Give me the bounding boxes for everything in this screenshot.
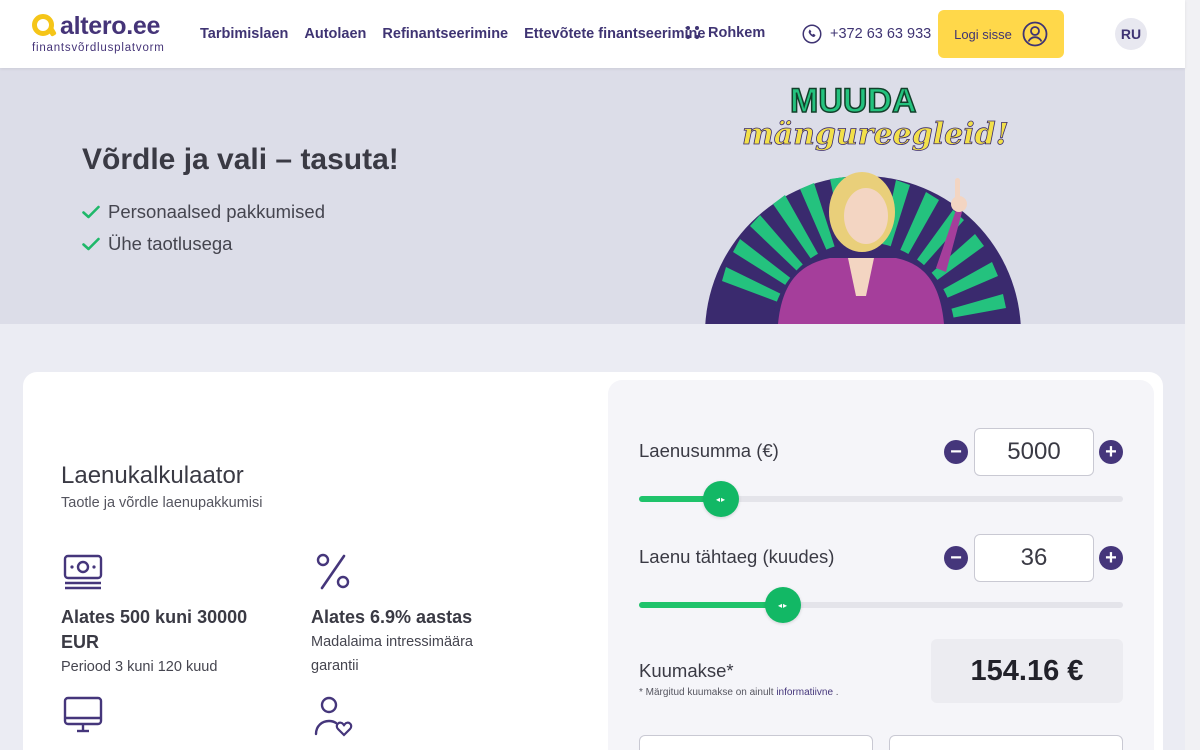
plus-icon: + <box>1105 547 1117 569</box>
loan-calculator-card: Laenukalkulaator Taotle ja võrdle laenup… <box>23 372 1163 750</box>
scrollbar-track[interactable] <box>1185 0 1200 750</box>
hero-benefit-item: Personaalsed pakkumised <box>82 196 325 228</box>
banknote-icon <box>63 554 103 590</box>
monthly-payment-label: Kuumakse* <box>639 660 734 681</box>
term-increase-button[interactable]: + <box>1099 546 1123 570</box>
percent-icon <box>316 553 350 590</box>
feature-title: Alates 500 kuni 30000 EUR <box>61 607 248 652</box>
check-icon <box>82 237 100 251</box>
calculator-subtitle: Taotle ja võrdle laenupakkumisi <box>61 495 263 511</box>
amount-increase-button[interactable]: + <box>1099 440 1123 464</box>
monthly-payment-note: * Märgitud kuumakse on ainult informatii… <box>639 687 839 698</box>
dots-grid-icon <box>686 26 700 40</box>
main-nav: Tarbimislaen Autolaen Refinantseerimine … <box>200 26 721 42</box>
monthly-note-text: * Märgitud kuumakse on ainult <box>639 687 774 698</box>
term-slider[interactable]: ◂▸ <box>639 587 1123 623</box>
promo-illustration: MUUDA mängureegleid! <box>705 82 1021 324</box>
hero-benefits: Personaalsed pakkumised Ühe taotlusega <box>82 196 325 260</box>
promo-headline: MUUDA <box>790 82 917 120</box>
amount-input[interactable] <box>974 428 1094 476</box>
language-switch[interactable]: RU <box>1115 18 1147 50</box>
drag-arrows-icon: ◂▸ <box>777 600 789 610</box>
user-circle-icon <box>1022 21 1048 47</box>
amount-label: Laenusumma (€) <box>639 440 779 461</box>
login-label: Logi sisse <box>954 26 1012 42</box>
amount-decrease-button[interactable]: − <box>944 440 968 464</box>
monthly-payment-value: 154.16 € <box>931 639 1123 703</box>
plus-icon: + <box>1105 441 1117 463</box>
check-icon <box>82 205 100 219</box>
feature-interest-rate: Alates 6.9% aastas Madalaima intressimää… <box>311 550 501 678</box>
term-slider-fill <box>639 602 783 608</box>
feature-description: Periood 3 kuni 120 kuud <box>61 659 218 675</box>
secondary-field-left[interactable] <box>639 735 873 750</box>
hero-title: Võrdle ja vali – tasuta! <box>82 143 399 176</box>
phone-icon <box>802 24 822 44</box>
login-button[interactable]: Logi sisse <box>938 10 1064 58</box>
calculator-panel: Laenusumma (€) − + ◂▸ Laenu tähtaeg (kuu… <box>608 380 1154 750</box>
nav-refinantseerimine[interactable]: Refinantseerimine <box>382 26 508 42</box>
calculator-title: Laenukalkulaator <box>61 462 244 489</box>
feature-amount-range: Alates 500 kuni 30000 EUR Periood 3 kuni… <box>61 550 261 679</box>
hero-benefit-text: Personaalsed pakkumised <box>108 201 325 222</box>
drag-arrows-icon: ◂▸ <box>715 494 727 504</box>
monthly-note-end: . <box>833 687 839 698</box>
secondary-field-right[interactable] <box>889 735 1123 750</box>
term-label: Laenu tähtaeg (kuudes) <box>639 546 835 567</box>
term-input[interactable] <box>974 534 1094 582</box>
logo-mark-icon <box>32 14 54 36</box>
feature-online <box>61 694 261 743</box>
logo-name: altero.ee <box>60 12 161 40</box>
phone-link[interactable]: +372 63 63 933 <box>802 24 931 44</box>
feature-title: Alates 6.9% aastas <box>311 607 473 627</box>
phone-number: +372 63 63 933 <box>830 26 932 42</box>
minus-icon: − <box>950 441 962 463</box>
term-decrease-button[interactable]: − <box>944 546 968 570</box>
nav-autolaen[interactable]: Autolaen <box>304 26 366 42</box>
feature-customer-care <box>311 694 511 743</box>
promo-script: mängureegleid! <box>742 117 1009 152</box>
informative-link[interactable]: informatiivne <box>776 687 833 698</box>
logo-tagline: finantsvõrdlusplatvorm <box>32 42 165 54</box>
nav-more-button[interactable]: Rohkem <box>686 25 765 41</box>
altero-logo[interactable]: altero.ee finantsvõrdlusplatvorm <box>32 12 182 58</box>
hero-banner: Võrdle ja vali – tasuta! Personaalsed pa… <box>0 68 1185 324</box>
nav-tarbimislaen[interactable]: Tarbimislaen <box>200 26 288 42</box>
nav-ettevotete-finantseerimine[interactable]: Ettevõtete finantseerimine <box>524 26 705 42</box>
site-header: altero.ee finantsvõrdlusplatvorm Tarbimi… <box>0 0 1185 68</box>
monitor-icon <box>63 696 103 733</box>
user-heart-icon <box>314 696 353 737</box>
term-slider-handle[interactable]: ◂▸ <box>765 587 801 623</box>
minus-icon: − <box>950 547 962 569</box>
amount-slider[interactable]: ◂▸ <box>639 481 1123 517</box>
feature-description: Madalaima intressimäära garantii <box>311 634 473 674</box>
amount-slider-handle[interactable]: ◂▸ <box>703 481 739 517</box>
hero-benefit-text: Ühe taotlusega <box>108 233 233 254</box>
nav-more-label: Rohkem <box>708 25 766 41</box>
hero-benefit-item: Ühe taotlusega <box>82 228 325 260</box>
